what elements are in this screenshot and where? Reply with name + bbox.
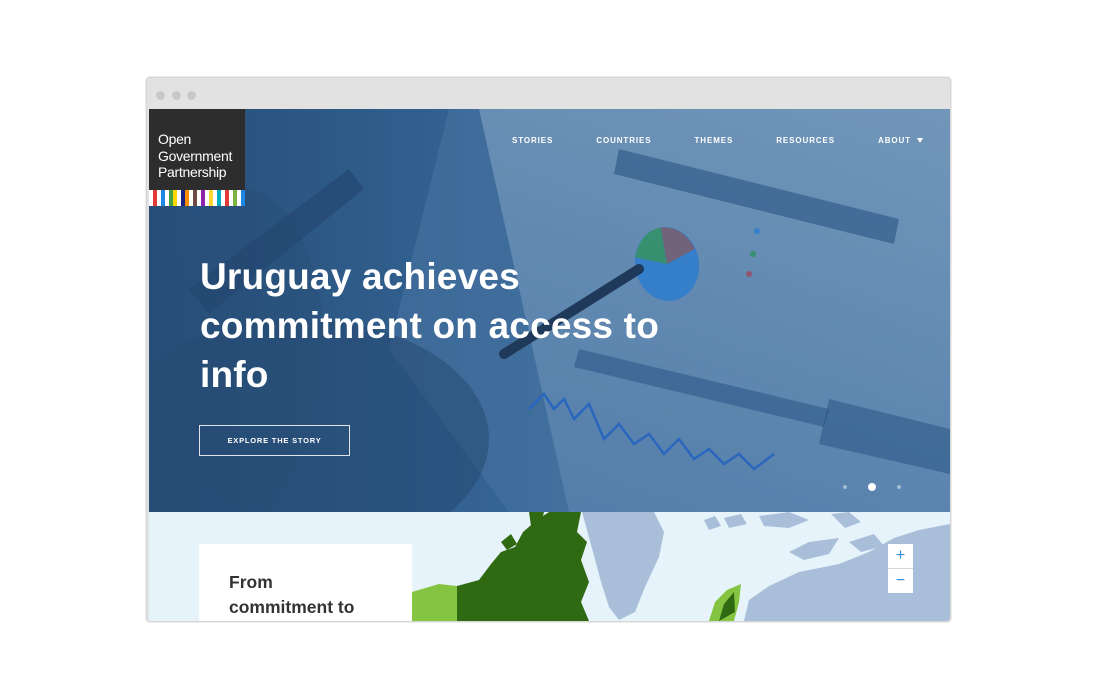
page-viewport: Open Government Partnership STORIES COUN… [149, 109, 950, 621]
info-card: From commitment to [199, 544, 412, 621]
nav-resources[interactable]: RESOURCES [776, 136, 835, 145]
card-title-line2: commitment to [229, 597, 355, 617]
logo-text-line3: Partnership [158, 164, 227, 180]
map-zoom-controls: + − [888, 544, 913, 593]
browser-window: Open Government Partnership STORIES COUN… [146, 77, 951, 622]
carousel-dot-3[interactable] [897, 485, 901, 489]
nav-stories[interactable]: STORIES [512, 136, 553, 145]
caret-down-icon [916, 137, 923, 143]
zoom-out-button[interactable]: − [888, 569, 913, 593]
nav-about[interactable]: ABOUT [878, 136, 923, 145]
ogp-logo[interactable]: Open Government Partnership [149, 109, 245, 206]
window-maximize-dot[interactable] [187, 91, 196, 100]
carousel-dot-2[interactable] [868, 483, 876, 491]
hero-headline: Uruguay achieves commitment on access to… [200, 256, 660, 395]
nav-countries[interactable]: COUNTRIES [596, 136, 651, 145]
carousel-pager [843, 483, 922, 491]
logo-color-stripes [149, 190, 245, 206]
hero-section: Open Government Partnership STORIES COUN… [149, 109, 950, 512]
window-minimize-dot[interactable] [172, 91, 181, 100]
browser-titlebar [147, 78, 950, 109]
logo-text-line1: Open [158, 131, 192, 147]
logo-text-line2: Government [158, 147, 233, 164]
window-close-dot[interactable] [156, 91, 165, 100]
card-title-line1: From [229, 572, 273, 592]
explore-story-button[interactable]: EXPLORE THE STORY [199, 425, 350, 456]
map-section: From commitment to + − [149, 512, 950, 621]
zoom-in-button[interactable]: + [888, 544, 913, 568]
carousel-dot-1[interactable] [843, 485, 847, 489]
nav-themes[interactable]: THEMES [695, 136, 734, 145]
nav-about-label: ABOUT [878, 135, 911, 145]
main-nav: STORIES COUNTRIES THEMES RESOURCES ABOUT [512, 133, 950, 147]
logo-stripe [241, 190, 245, 206]
